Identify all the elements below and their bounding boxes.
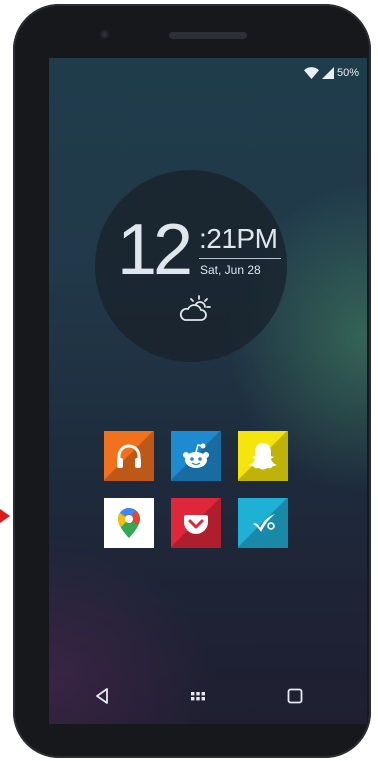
front-camera [100,30,109,39]
clock-hour: 12 [117,210,193,290]
partly-cloudy-icon[interactable] [177,295,211,323]
wifi-icon [303,67,319,79]
maps-pin-icon [118,508,141,538]
app-tasks[interactable] [238,498,288,548]
status-bar: 50% [303,66,359,80]
clock-minutes: :21PM [199,223,278,254]
pocket-icon [184,515,208,534]
app-snapchat[interactable] [238,431,288,481]
clock-date: Sat, Jun 28 [200,263,261,277]
clock-widget[interactable]: 12 :21PM Sat, Jun 28 [95,170,287,362]
clock-divider [199,258,281,259]
home-screen: 50% 12 :21PM Sat, Jun 28 [49,58,367,724]
back-icon[interactable] [91,684,115,708]
recents-icon[interactable] [283,684,307,708]
navigation-bar [49,668,367,724]
app-drawer-icon[interactable] [186,684,210,708]
ghost-icon [249,443,277,470]
phone-frame: 50% 12 :21PM Sat, Jun 28 [13,4,371,758]
headphones-icon [117,444,141,468]
app-reddit[interactable] [171,431,221,481]
cell-signal-icon [321,67,334,79]
reddit-alien-icon [183,443,209,468]
battery-percent: 50% [336,67,359,79]
earpiece-speaker [169,32,247,39]
app-google-play-music[interactable] [104,431,154,481]
app-google-maps[interactable] [104,498,154,548]
checkmark-icon [253,514,275,532]
pointer-arrow-icon [0,509,10,523]
app-pocket[interactable] [171,498,221,548]
